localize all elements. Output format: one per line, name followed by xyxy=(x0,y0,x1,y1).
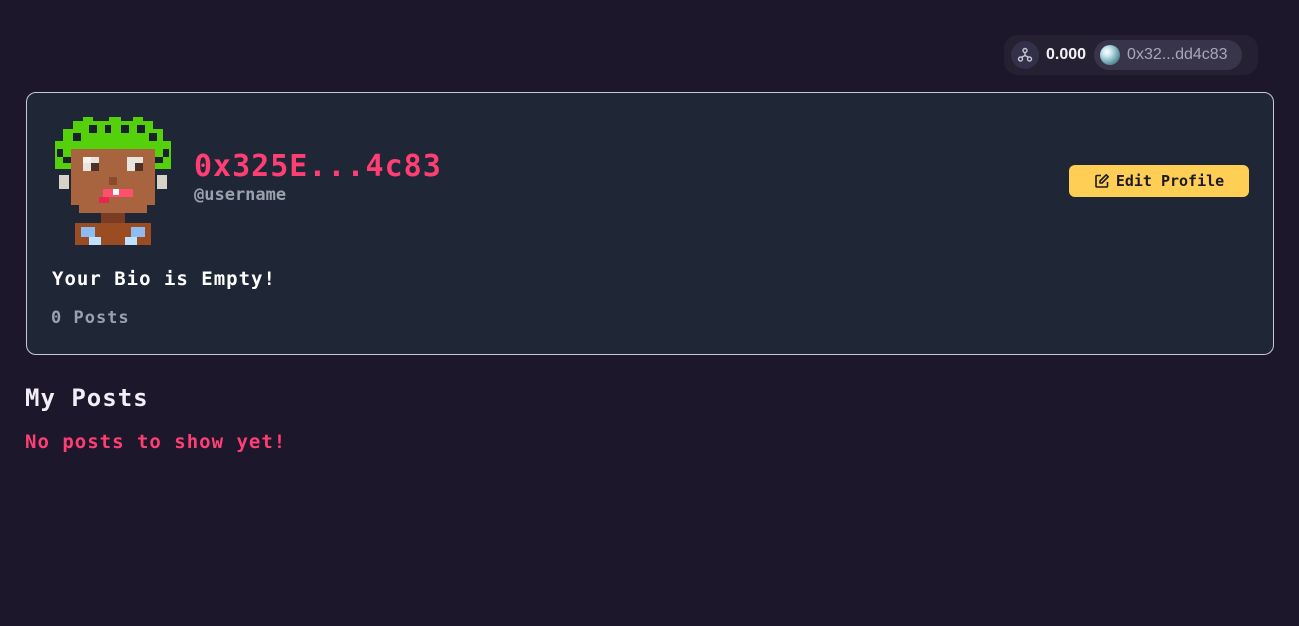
pixel-avatar xyxy=(55,117,171,245)
account-orb-icon xyxy=(1100,45,1121,65)
network-icon xyxy=(1017,47,1033,62)
username-handle: @username xyxy=(194,185,287,205)
bio-text: Your Bio is Empty! xyxy=(52,268,276,290)
wallet-balance: 0.000 xyxy=(1046,46,1087,63)
edit-profile-label: Edit Profile xyxy=(1115,172,1225,190)
account-button[interactable]: 0x32...dd4c83 xyxy=(1094,40,1242,70)
display-name: 0x325E...4c83 xyxy=(194,149,442,184)
my-posts-heading: My Posts xyxy=(25,384,149,412)
empty-posts-message: No posts to show yet! xyxy=(25,431,287,453)
wallet-bar: 0.000 0x32...dd4c83 xyxy=(1004,35,1258,75)
post-count: 0 Posts xyxy=(51,308,130,328)
edit-profile-button[interactable]: Edit Profile xyxy=(1069,165,1249,197)
network-button[interactable] xyxy=(1011,41,1039,69)
profile-card: 0x325E...4c83 @username Edit Profile You… xyxy=(26,92,1274,355)
account-address: 0x32...dd4c83 xyxy=(1127,46,1228,63)
edit-icon xyxy=(1095,174,1109,188)
